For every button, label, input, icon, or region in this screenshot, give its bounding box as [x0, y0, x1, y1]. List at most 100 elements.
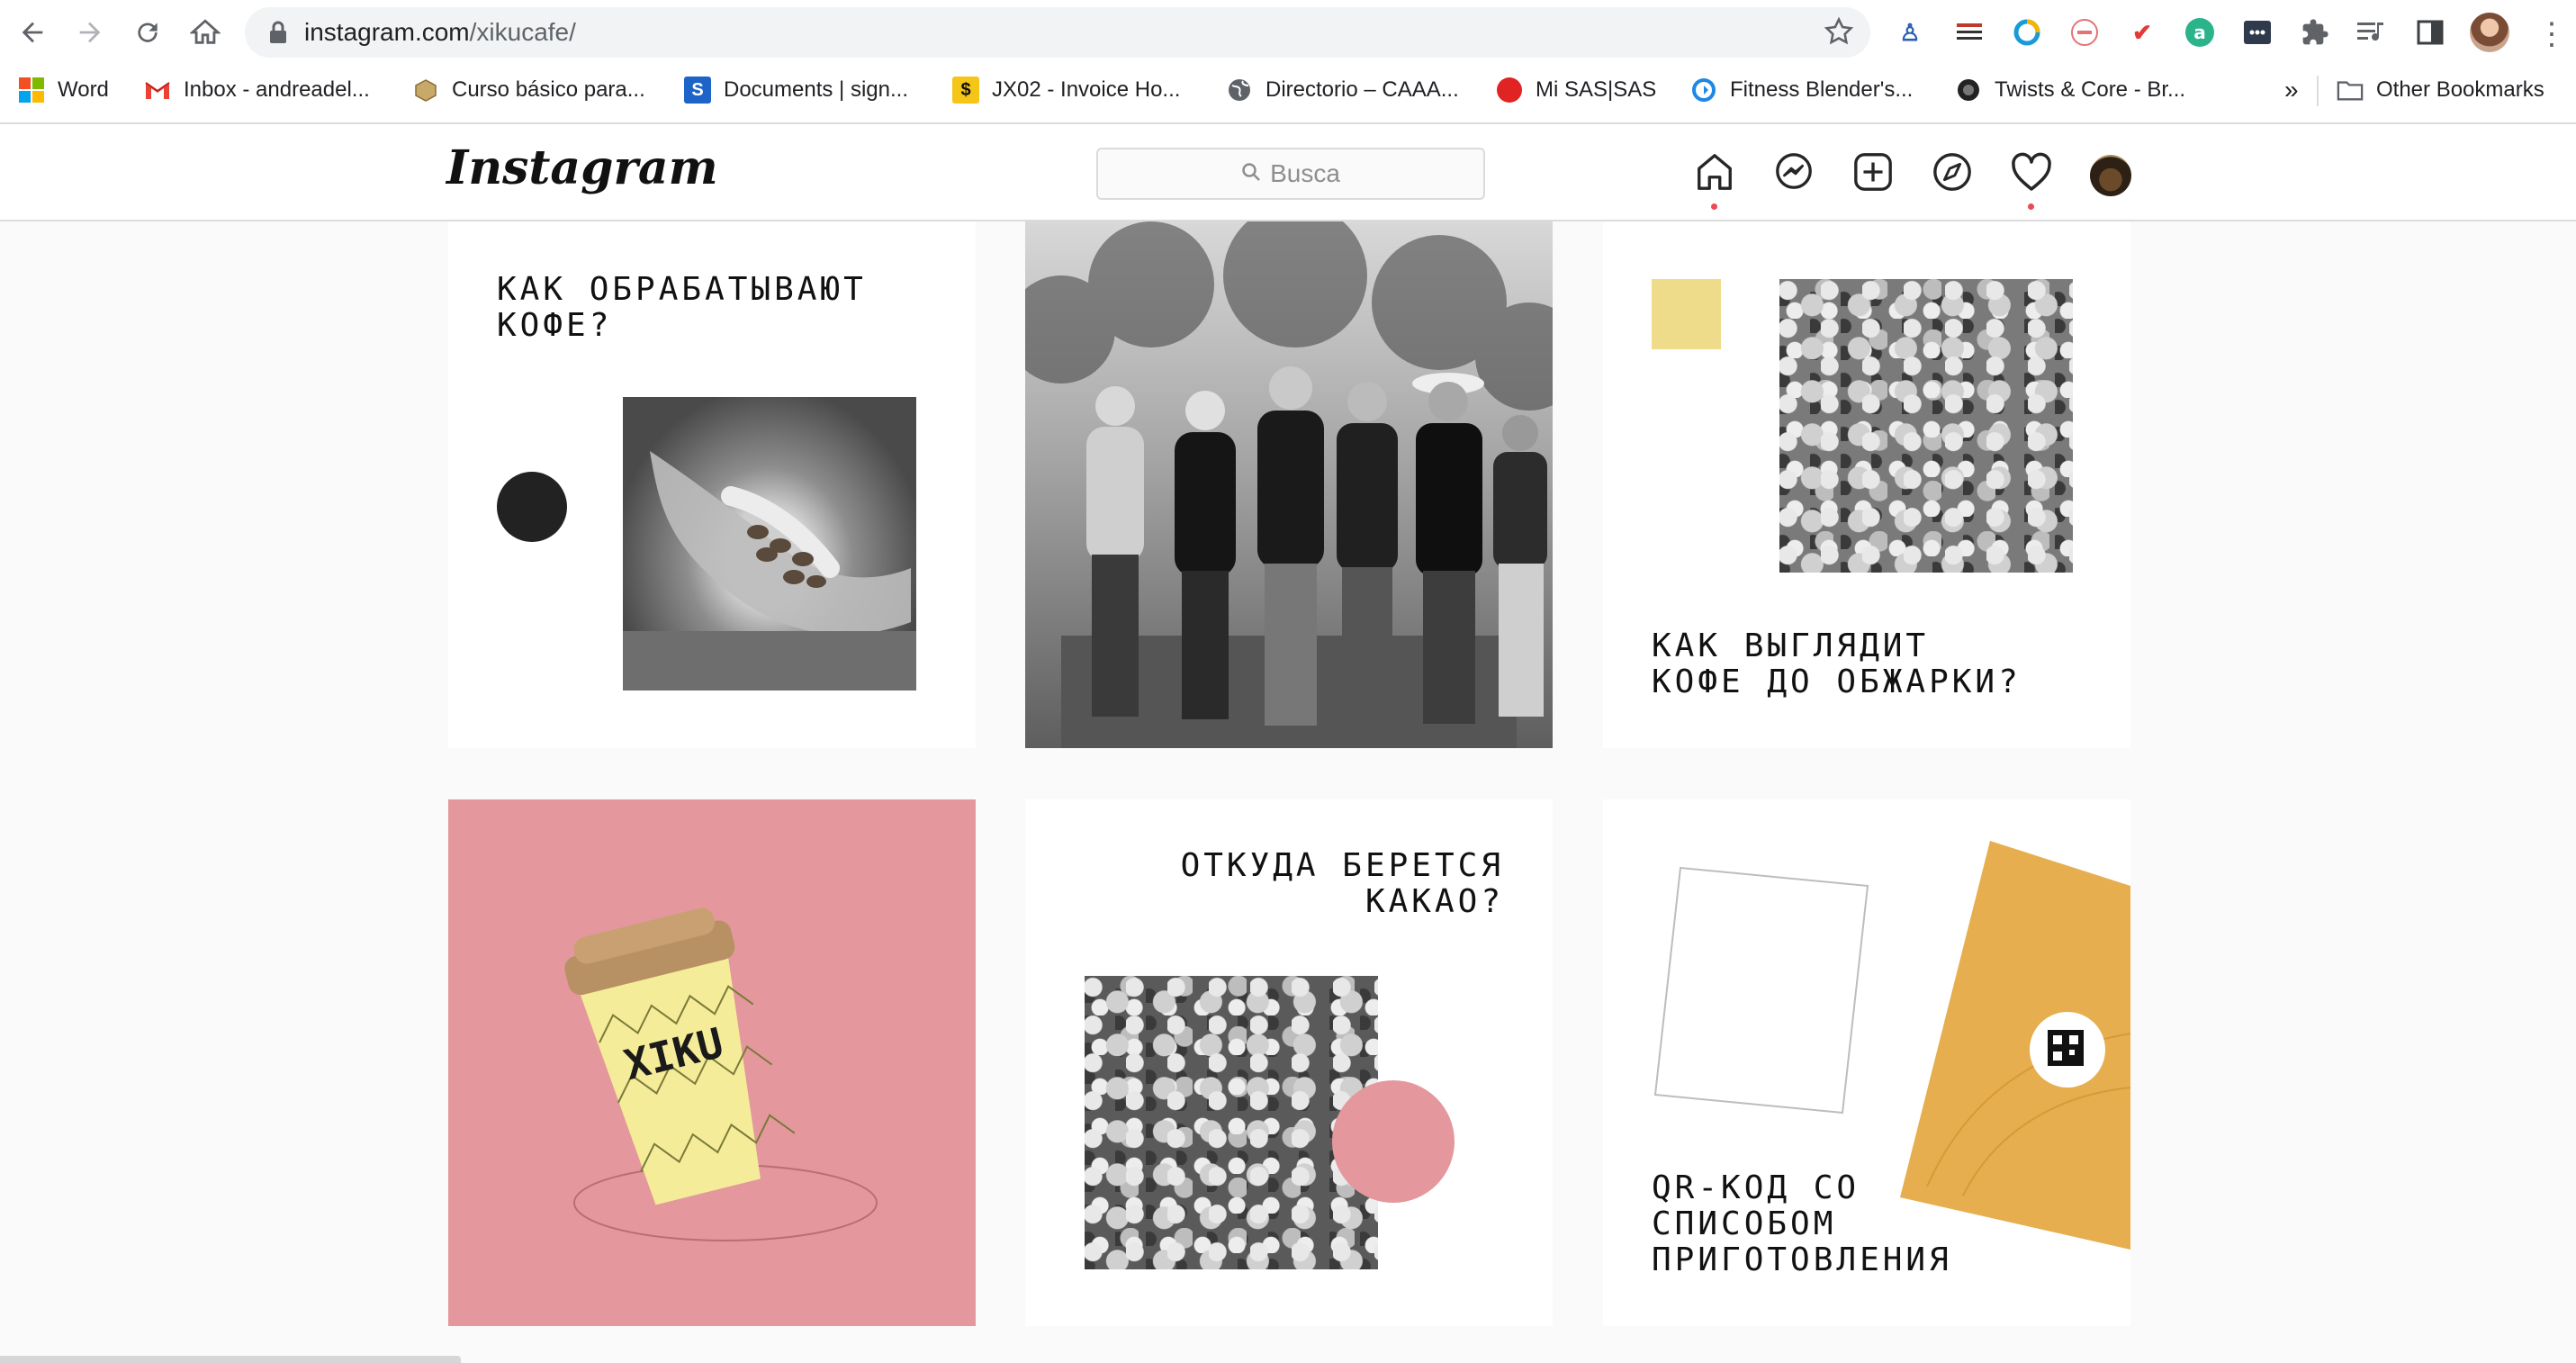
address-bar[interactable]: instagram.com/xikucafe/ — [245, 7, 1870, 58]
bookmark-label: Word — [58, 77, 109, 102]
bookmark-label: JX02 - Invoice Ho... — [992, 77, 1181, 102]
post-title: ОТКУДА БЕРЕТСЯ КАКАО? — [1180, 847, 1504, 920]
dots-box-ext-icon — [2244, 21, 2271, 44]
browser-profile-avatar[interactable] — [2470, 13, 2509, 52]
url-host: instagram.com — [304, 18, 470, 46]
back-arrow-icon — [22, 22, 43, 43]
colorful-ext-icon — [2013, 19, 2040, 46]
post-tile-6[interactable]: QR-КОД СО СПИСОБОМ ПРИГОТОВЛЕНИЯ — [1603, 799, 2130, 1326]
new-post-button[interactable] — [1849, 148, 1897, 196]
bookmark-curso[interactable]: Curso básico para... — [412, 74, 645, 106]
circle-badge-ext-icon — [2071, 19, 2098, 46]
home-icon — [1698, 154, 1732, 190]
media-control-button[interactable] — [2353, 14, 2389, 50]
folder-icon — [2337, 77, 2364, 104]
browser-menu-button[interactable]: ⋮ — [2536, 16, 2567, 52]
gmail-icon — [144, 77, 171, 104]
plus-square-icon — [1854, 153, 1892, 191]
bookmark-inbox[interactable]: Inbox - andreadel... — [144, 74, 370, 106]
bookmark-mi-sas[interactable]: Mi SAS|SAS — [1496, 74, 1656, 106]
box-icon — [412, 77, 439, 104]
side-panel-icon — [2417, 20, 2444, 45]
bookmarks-divider — [2317, 76, 2319, 106]
black-circle-shape — [497, 472, 567, 542]
post-title: QR-КОД СО СПИСОБОМ ПРИГОТОВЛЕНИЯ — [1652, 1169, 1952, 1278]
green-coffee-beans-in-hands-photo — [1779, 279, 2073, 573]
post-title: КАК ВЫГЛЯДИТ КОФЕ ДО ОБЖАРКИ? — [1652, 627, 2022, 700]
bookmark-invoice[interactable]: $ JX02 - Invoice Ho... — [952, 74, 1180, 106]
extension-icon-6[interactable]: a — [2182, 14, 2218, 50]
bookmark-label: Documents | sign... — [724, 77, 908, 102]
refresh-icon — [1690, 77, 1717, 104]
reading-list-button[interactable] — [2412, 14, 2448, 50]
profile-avatar[interactable] — [2090, 155, 2131, 196]
activity-notification-dot — [2028, 203, 2034, 210]
extension-icon-3[interactable] — [2009, 14, 2045, 50]
activity-button[interactable] — [2007, 148, 2056, 196]
bookmarks-overflow-button[interactable]: » — [2284, 74, 2299, 106]
instagram-logo[interactable]: Instagram — [446, 140, 718, 195]
extension-icon-5[interactable]: ✔ — [2124, 14, 2160, 50]
bookmark-directorio[interactable]: Directorio – CAAA... — [1226, 74, 1459, 106]
globe-icon — [1226, 77, 1253, 104]
red-dot-icon — [1496, 77, 1523, 104]
extension-icon-7[interactable] — [2239, 14, 2275, 50]
browser-chrome: instagram.com/xikucafe/ ♙ ✔ a ⋮ Word Inb… — [0, 0, 2576, 124]
post-tile-4-coffee-cup[interactable]: XIKU — [448, 799, 976, 1326]
search-input[interactable]: Busca — [1096, 148, 1485, 200]
explore-button[interactable] — [1928, 148, 1977, 196]
list-ext-icon — [1957, 23, 1982, 40]
yellow-square-shape — [1652, 279, 1721, 349]
post-tile-1[interactable]: КАК ОБРАБАТЫВАЮТ КОФЕ? — [448, 221, 976, 748]
globe-dark-icon — [1955, 77, 1982, 104]
playlist-icon — [2357, 23, 2383, 41]
a-circle-ext-icon: a — [2185, 18, 2214, 47]
bookmarks-bar: Word Inbox - andreadel... Curso básico p… — [0, 65, 2576, 115]
forward-button[interactable] — [68, 11, 112, 54]
bookmark-documents[interactable]: S Documents | sign... — [684, 74, 908, 106]
bookmark-label: Inbox - andreadel... — [184, 77, 370, 102]
microsoft-icon — [18, 77, 45, 104]
home-nav-button[interactable] — [1690, 148, 1739, 196]
post-tile-3[interactable]: КАК ВЫГЛЯДИТ КОФЕ ДО ОБЖАРКИ? — [1603, 221, 2130, 748]
svg-text:a: a — [2193, 22, 2206, 43]
bookmark-label: Twists & Core - Br... — [1995, 77, 2186, 102]
bookmark-label: Fitness Blender's... — [1730, 77, 1914, 102]
messenger-icon — [1776, 153, 1812, 189]
bookmark-word[interactable]: Word — [18, 74, 109, 106]
extension-icon-2[interactable] — [1951, 14, 1987, 50]
bookmark-label: Mi SAS|SAS — [1536, 77, 1657, 102]
dollar-icon: $ — [952, 77, 979, 104]
heart-icon — [2012, 152, 2051, 191]
group-of-people-photo — [1025, 221, 1553, 748]
bookmark-fitness[interactable]: Fitness Blender's... — [1690, 74, 1913, 106]
post-tile-2-group-photo[interactable] — [1025, 221, 1553, 748]
messenger-button[interactable] — [1770, 148, 1818, 196]
back-button[interactable] — [11, 11, 54, 54]
home-icon — [190, 19, 221, 44]
post-title: КАК ОБРАБАТЫВАЮТ КОФЕ? — [497, 271, 867, 344]
extension-icon-4[interactable] — [2067, 14, 2103, 50]
instagram-header: Instagram Busca — [0, 124, 2576, 221]
coffee-cup-illustration: XIKU — [564, 907, 878, 1241]
horizontal-scrollbar[interactable] — [0, 1356, 461, 1363]
reload-button[interactable] — [126, 11, 169, 54]
extension-icon-1[interactable]: ♙ — [1892, 14, 1928, 50]
url-text: instagram.com/xikucafe/ — [304, 7, 576, 58]
lock-icon — [270, 21, 286, 43]
home-notification-dot — [1711, 203, 1717, 210]
search-placeholder: Busca — [1270, 159, 1340, 187]
post-tile-5[interactable]: ОТКУДА БЕРЕТСЯ КАКАО? — [1025, 799, 1553, 1326]
pink-circle-shape — [1332, 1080, 1455, 1203]
url-path: /xikucafe/ — [469, 18, 576, 46]
bookmark-label: Other Bookmarks — [2376, 77, 2544, 102]
compass-icon — [1933, 153, 1971, 191]
other-bookmarks[interactable]: Other Bookmarks — [2337, 74, 2544, 106]
bookmark-star-icon[interactable] — [1824, 16, 1854, 47]
bookmark-twists[interactable]: Twists & Core - Br... — [1955, 74, 2185, 106]
browser-toolbar: instagram.com/xikucafe/ ♙ ✔ a ⋮ — [0, 0, 2576, 65]
bookmark-label: Curso básico para... — [452, 77, 645, 102]
puzzle-icon — [2302, 19, 2328, 45]
home-button[interactable] — [184, 11, 227, 54]
extensions-puzzle-button[interactable] — [2297, 14, 2333, 50]
